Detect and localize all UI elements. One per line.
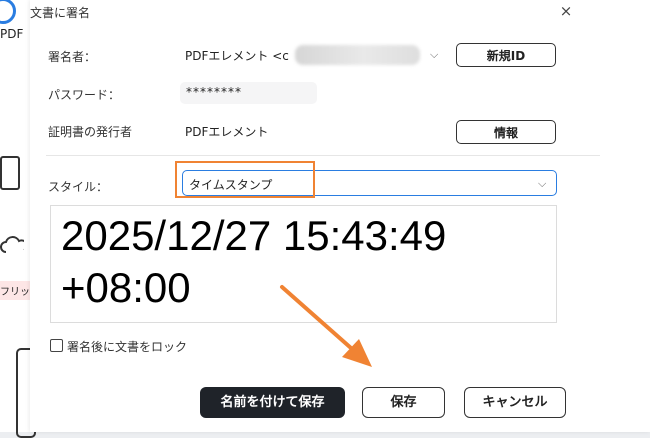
preview-timestamp: 2025/12/27 15:43:49 (61, 212, 447, 259)
issuer-label: 証明書の発行者 (48, 125, 133, 139)
new-id-button[interactable]: 新規ID (456, 43, 556, 67)
lock-checkbox[interactable] (50, 339, 63, 352)
sign-document-dialog: 文書に署名 × 署名者： PDFエレメント <c ⌵ 新規ID パスワード： *… (30, 0, 650, 432)
background-app-sidebar: PDF フリッ (0, 0, 36, 438)
save-as-button[interactable]: 名前を付けて保存 (200, 387, 345, 418)
issuer-value: PDFエレメント (185, 125, 269, 139)
dialog-title: 文書に署名 (30, 6, 91, 20)
preview-timezone: +08:00 (61, 264, 191, 311)
password-label: パスワード： (48, 88, 121, 102)
signature-preview: 2025/12/27 15:43:49 +08:00 (50, 205, 557, 323)
password-value: ******** (186, 85, 242, 99)
cloud-icon (0, 236, 24, 253)
style-label: スタイル： (48, 180, 109, 194)
background-app-label: PDF (0, 27, 24, 41)
info-button[interactable]: 情報 (456, 120, 556, 144)
cancel-button[interactable]: キャンセル (464, 387, 566, 418)
redacted-email (295, 45, 420, 65)
signer-value: PDFエレメント <c (185, 49, 289, 63)
password-field[interactable]: ******** (180, 82, 317, 104)
signer-select[interactable]: PDFエレメント <c ⌵ (180, 44, 442, 66)
app-logo-icon (0, 0, 16, 24)
chevron-down-icon: ⌵ (430, 48, 439, 61)
close-icon[interactable]: × (558, 2, 574, 20)
lock-checkbox-label[interactable]: 署名後に文書をロック (67, 338, 187, 355)
monitor-icon (0, 156, 20, 190)
background-tag: フリッ (0, 281, 32, 300)
signer-label: 署名者： (48, 50, 97, 64)
divider (46, 155, 600, 156)
save-button[interactable]: 保存 (362, 387, 445, 418)
chevron-down-icon: ⌵ (538, 177, 547, 190)
highlight-box (175, 161, 315, 198)
